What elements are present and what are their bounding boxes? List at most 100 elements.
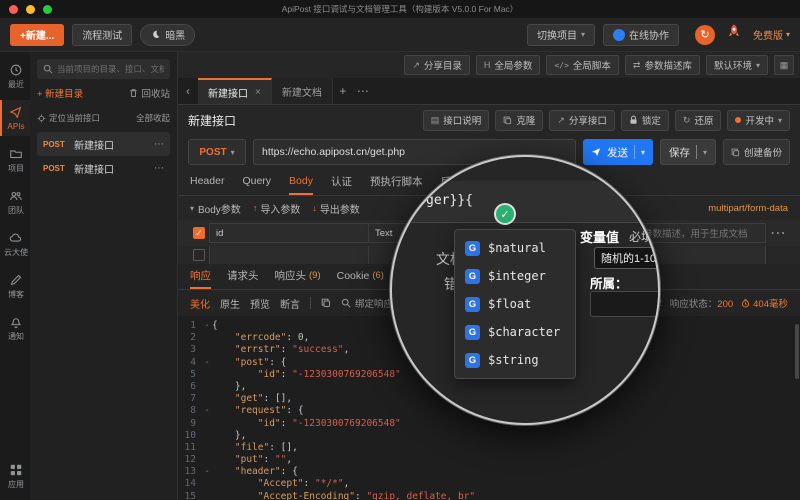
apis-icon <box>9 105 23 119</box>
close-icon[interactable]: × <box>255 87 261 98</box>
sidebar-item-apps[interactable]: 应用 <box>0 458 30 494</box>
doc-tab-api[interactable]: 新建接口 × <box>198 78 272 104</box>
chevron-down-icon: ▾ <box>786 30 790 39</box>
param-name-input[interactable]: id <box>209 223 369 243</box>
tree-item-name: 新建接口 <box>74 137 149 152</box>
send-label: 发送 <box>607 145 628 160</box>
tab-response[interactable]: 响应 <box>190 264 211 289</box>
api-status-select[interactable]: 开发中 ▾ <box>727 110 790 131</box>
param-checkbox-unchecked[interactable] <box>193 249 205 261</box>
project-search <box>37 59 170 79</box>
header-icon: H <box>484 60 491 70</box>
share-directory-button[interactable]: ↗ 分享目录 <box>404 55 470 75</box>
doc-tab-doc[interactable]: 新建文档 <box>272 78 333 104</box>
sidebar-item-project[interactable]: 项目 <box>0 142 30 178</box>
new-directory-button[interactable]: + 新建目录 <box>37 86 83 100</box>
apipost-window: ApiPost 接口调试与文档管理工具（构建版本 V5.0.0 For Mac）… <box>0 0 800 500</box>
new-button[interactable]: +新建... <box>10 24 64 46</box>
tab-auth[interactable]: 认证 <box>331 169 352 195</box>
free-version-button[interactable]: 免费版 ▾ <box>753 27 790 42</box>
sidebar-item-notifications[interactable]: 通知 <box>0 310 30 346</box>
recycle-bin-label: 回收站 <box>141 86 170 100</box>
mock-variable-item[interactable]: G$float <box>455 290 575 318</box>
chevron-down-icon[interactable]: ▾ <box>703 148 707 157</box>
mock-variable-item[interactable]: G$integer <box>455 262 575 290</box>
mock-g-icon: G <box>465 325 480 340</box>
param-checkbox-checked[interactable]: ✓ <box>193 227 205 239</box>
tab-header[interactable]: Header <box>190 169 224 195</box>
share-api-button[interactable]: ↗ 分享接口 <box>549 110 615 131</box>
online-collab-button[interactable]: 在线协作 <box>603 24 679 46</box>
mock-variable-item[interactable]: G$character <box>455 318 575 346</box>
response-status: 响应状态：200 <box>670 296 733 310</box>
project-search-input[interactable] <box>57 64 164 74</box>
sidebar-item-apis[interactable]: APIs <box>0 100 30 136</box>
response-time-value: 404毫秒 <box>753 296 788 310</box>
tab-query[interactable]: Query <box>242 169 271 195</box>
save-button[interactable]: 保存 ▾ <box>660 139 716 165</box>
view-raw[interactable]: 原生 <box>220 296 240 311</box>
tab-body[interactable]: Body <box>289 169 313 195</box>
code-icon: </> <box>554 61 568 70</box>
share-icon: ↗ <box>412 60 420 71</box>
view-assert[interactable]: 断言 <box>280 296 300 311</box>
sidebar-item-cloud-ambassador[interactable]: 云大使 <box>0 226 30 262</box>
collapse-all-button[interactable]: 全部收起 <box>136 112 170 124</box>
tree-item-api[interactable]: POST 新建接口 ⋯ <box>37 156 170 180</box>
sidebar-item-label: 云大使 <box>4 248 28 257</box>
mock-list: G$naturalG$integerG$floatG$characterG$st… <box>455 234 575 374</box>
sync-button[interactable]: ↻ <box>695 25 715 45</box>
zoom-window-button[interactable] <box>43 5 52 14</box>
tab-request-headers[interactable]: 请求头 <box>227 264 259 289</box>
tab-response-headers[interactable]: 响应头 (9) <box>275 264 321 289</box>
view-preview[interactable]: 预览 <box>250 296 270 311</box>
column-required-label: 必填 ▾ <box>629 228 660 245</box>
mock-variable-item[interactable]: G$natural <box>455 234 575 262</box>
editor-scrollbar[interactable] <box>795 324 799 379</box>
tree-item-api[interactable]: POST 新建接口 ⋯ <box>37 132 170 156</box>
method-select[interactable]: POST ▾ <box>188 139 246 165</box>
param-desc-library-button[interactable]: ⇄ 参数描述库 <box>625 55 700 75</box>
send-button[interactable]: 发送 ▾ <box>583 139 653 165</box>
close-window-button[interactable] <box>9 5 18 14</box>
tab-cookie[interactable]: Cookie (6) <box>337 264 384 289</box>
import-params-button[interactable]: ↑ 导入参数 <box>253 201 301 216</box>
switch-project-button[interactable]: 切换项目 ▾ <box>527 24 595 46</box>
default-env-select[interactable]: 默认环境 ▾ <box>706 55 768 75</box>
mock-variable-item[interactable]: G$string <box>455 346 575 374</box>
restore-button[interactable]: ↻ 还原 <box>675 110 722 131</box>
copy-response-icon[interactable] <box>321 298 331 308</box>
api-doc-button[interactable]: ▤ 接口说明 <box>423 110 490 131</box>
global-script-button[interactable]: </> 全局脚本 <box>546 55 618 75</box>
tabs-more-icon[interactable]: ⋯ <box>353 78 373 104</box>
minimize-window-button[interactable] <box>26 5 35 14</box>
response-time: 404毫秒 <box>741 296 788 310</box>
rocket-icon[interactable] <box>725 23 743 46</box>
clone-button[interactable]: 克隆 <box>495 110 543 131</box>
required-label: 必填 <box>629 228 653 245</box>
sidebar-item-blog[interactable]: 博客 <box>0 268 30 304</box>
refresh-icon: ↻ <box>700 29 709 41</box>
body-params-toggle[interactable]: ▾ Body参数 <box>190 201 241 216</box>
env-manage-button[interactable]: ▦ <box>774 55 794 75</box>
add-tab-button[interactable]: + <box>333 78 353 104</box>
content-type-select[interactable]: multipart/form-data <box>708 203 788 214</box>
create-backup-button[interactable]: 创建备份 <box>723 139 790 165</box>
mock-variable-label: $float <box>488 297 531 311</box>
sidebar-item-team[interactable]: 团队 <box>0 184 30 220</box>
global-params-button[interactable]: H 全局参数 <box>476 55 541 75</box>
tabs-scroll-left-icon[interactable]: ‹ <box>178 78 198 104</box>
param-name-input[interactable] <box>209 246 369 264</box>
export-params-button[interactable]: ↓ 导出参数 <box>312 201 360 216</box>
view-beautify[interactable]: 美化 <box>190 296 210 311</box>
sidebar-item-recent[interactable]: 最近 <box>0 58 30 94</box>
lock-button[interactable]: 锁定 <box>621 110 669 131</box>
dark-mode-toggle[interactable]: 暗黑 <box>140 24 195 46</box>
item-menu-icon[interactable]: ⋯ <box>154 163 164 174</box>
param-row-menu-icon[interactable]: ⋯ <box>766 223 790 243</box>
recycle-bin-button[interactable]: 回收站 <box>129 86 170 100</box>
flow-test-button[interactable]: 流程测试 <box>72 24 132 46</box>
chevron-down-icon[interactable]: ▾ <box>641 148 645 157</box>
locate-api-button[interactable]: 定位当前接口 <box>37 112 100 124</box>
item-menu-icon[interactable]: ⋯ <box>154 139 164 150</box>
